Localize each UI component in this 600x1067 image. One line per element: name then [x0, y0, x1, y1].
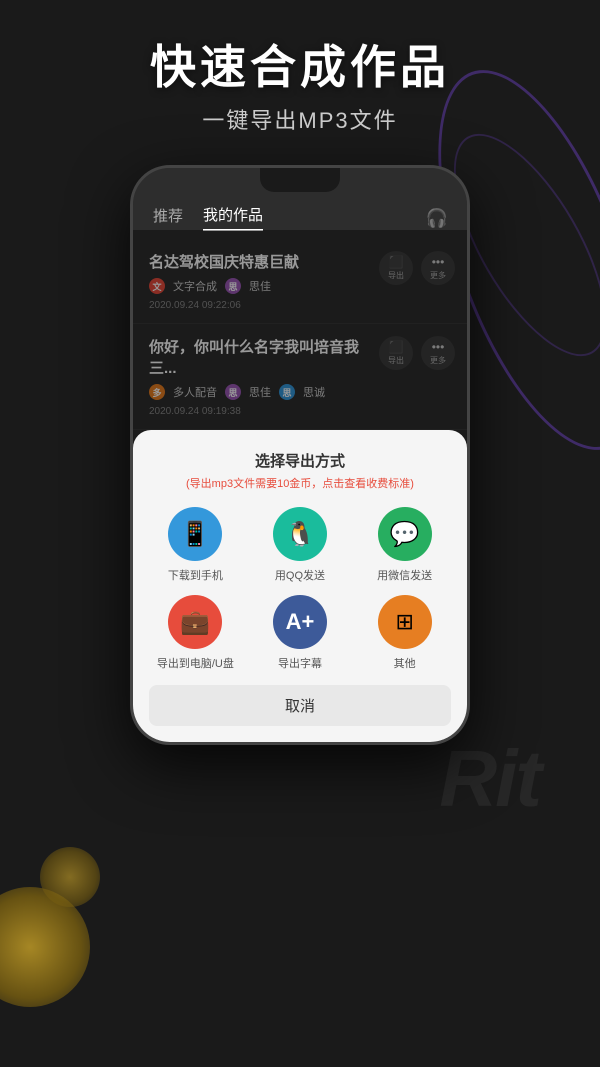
modal-subtitle: (导出mp3文件需要10金币，点击查看收费标准) — [149, 475, 451, 491]
export-modal: 选择导出方式 (导出mp3文件需要10金币，点击查看收费标准) 📱 下载到手机 … — [133, 430, 467, 742]
wechat-icon-circle: 💬 — [378, 507, 432, 561]
tab-recommend[interactable]: 推荐 — [153, 205, 183, 230]
pc-label: 导出到电脑/U盘 — [157, 655, 234, 671]
wechat-label: 用微信发送 — [377, 567, 432, 583]
phone-screen: 推荐 我的作品 🎧 名达驾校国庆特惠巨献 文 文字合成 思 思佳 2020.09… — [133, 168, 467, 742]
modal-option-subtitle[interactable]: A+ 导出字幕 — [254, 595, 347, 671]
modal-title: 选择导出方式 — [149, 450, 451, 471]
modal-option-wechat[interactable]: 💬 用微信发送 — [358, 507, 451, 583]
qq-label: 用QQ发送 — [275, 567, 325, 583]
pc-icon-circle: 💼 — [168, 595, 222, 649]
modal-sheet: 选择导出方式 (导出mp3文件需要10金币，点击查看收费标准) 📱 下载到手机 … — [133, 430, 467, 742]
phone-notch — [260, 168, 340, 192]
tab-my-works[interactable]: 我的作品 — [203, 204, 263, 231]
qq-icon-circle: 🐧 — [273, 507, 327, 561]
subtitle-label: 导出字幕 — [278, 655, 322, 671]
download-label: 下载到手机 — [168, 567, 223, 583]
download-icon-circle: 📱 — [168, 507, 222, 561]
bottom-area: Rit — [0, 745, 600, 845]
modal-option-pc[interactable]: 💼 导出到电脑/U盘 — [149, 595, 242, 671]
main-title: 快速合成作品 — [0, 40, 600, 95]
gold-circle-1 — [0, 887, 90, 1007]
modal-option-download[interactable]: 📱 下载到手机 — [149, 507, 242, 583]
cancel-button[interactable]: 取消 — [149, 685, 451, 726]
modal-options-grid: 📱 下载到手机 🐧 用QQ发送 💬 用微信发送 💼 — [149, 507, 451, 671]
gold-circle-2 — [40, 847, 100, 907]
phone-frame: 推荐 我的作品 🎧 名达驾校国庆特惠巨献 文 文字合成 思 思佳 2020.09… — [130, 165, 470, 745]
sub-title: 一键导出MP3文件 — [0, 103, 600, 135]
headphone-icon[interactable]: 🎧 — [423, 204, 451, 232]
phone-container: 推荐 我的作品 🎧 名达驾校国庆特惠巨献 文 文字合成 思 思佳 2020.09… — [0, 165, 600, 745]
other-icon-circle: ⊞ — [378, 595, 432, 649]
rit-decoration: Rit — [439, 733, 540, 825]
other-label: 其他 — [394, 655, 416, 671]
modal-option-other[interactable]: ⊞ 其他 — [358, 595, 451, 671]
header-section: 快速合成作品 一键导出MP3文件 — [0, 0, 600, 155]
subtitle-icon-circle: A+ — [273, 595, 327, 649]
modal-option-qq[interactable]: 🐧 用QQ发送 — [254, 507, 347, 583]
